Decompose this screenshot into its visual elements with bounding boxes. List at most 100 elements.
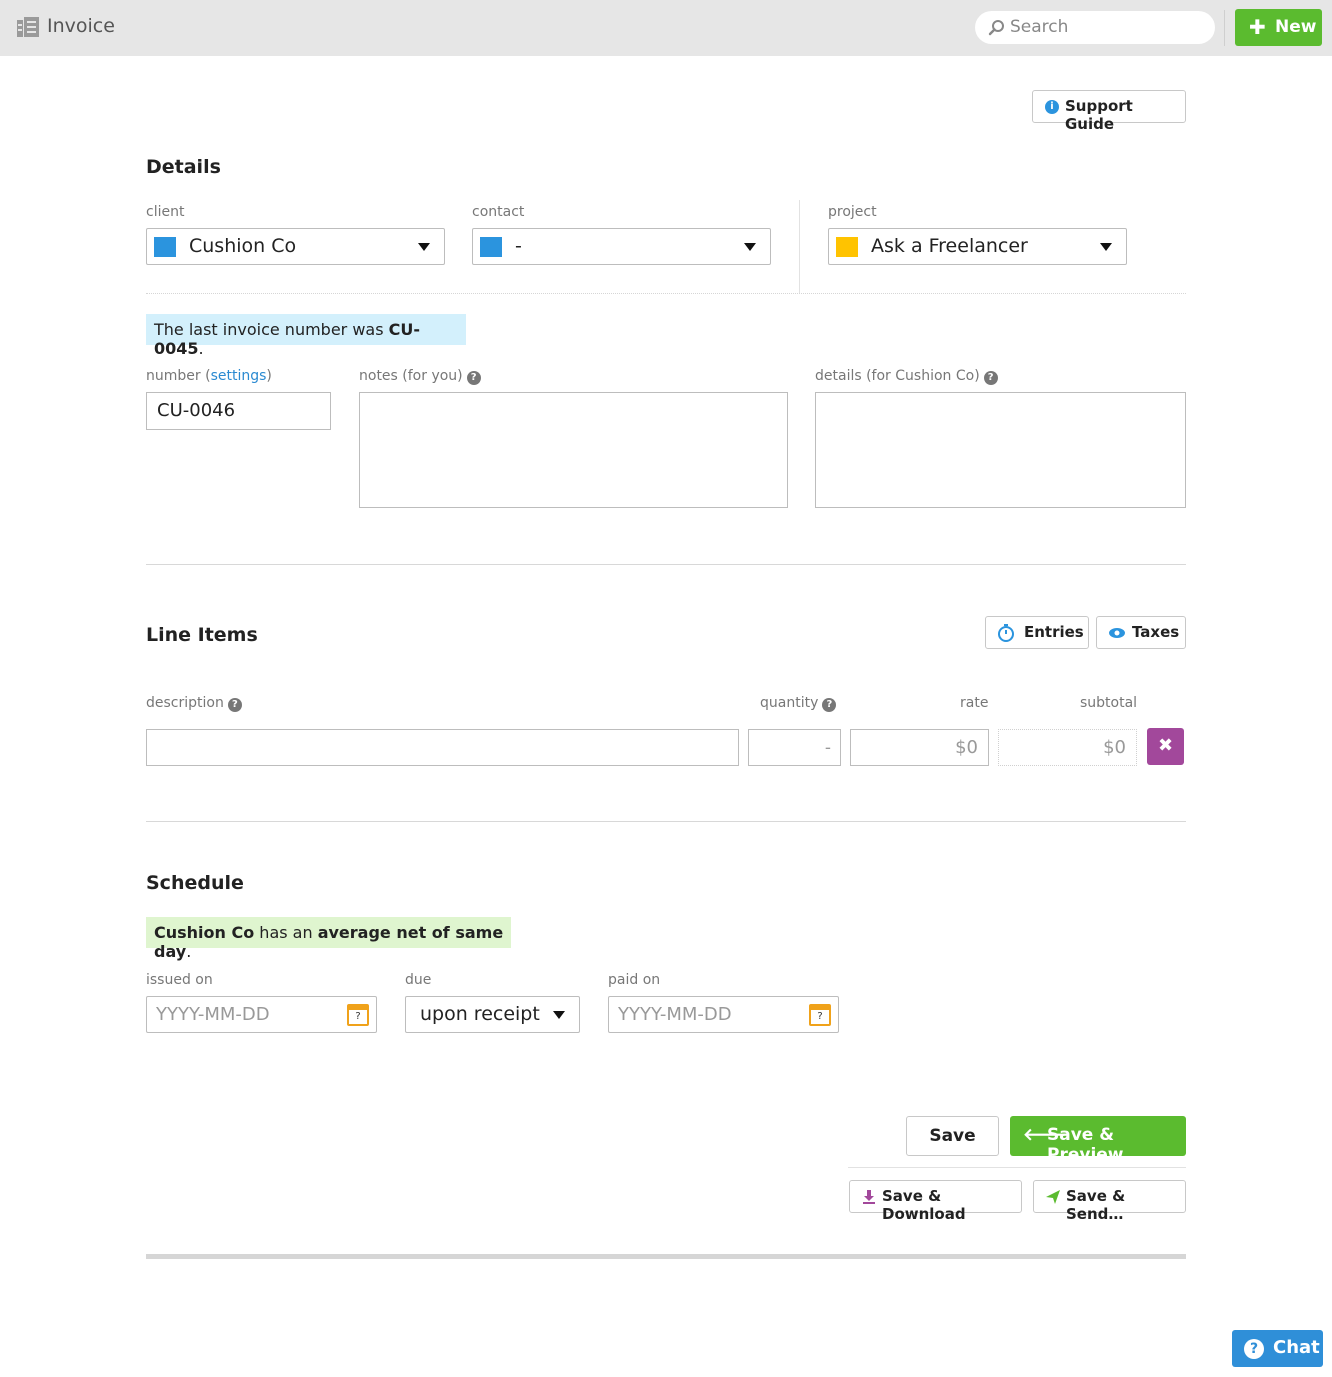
paid-on-input[interactable]: YYYY-MM-DD ? [608, 996, 839, 1033]
info-icon: i [1045, 100, 1059, 114]
section-divider [146, 821, 1186, 822]
line-item-subtotal: $0 [998, 729, 1137, 766]
client-select[interactable]: Cushion Co [146, 228, 445, 265]
schedule-title: Schedule [146, 872, 244, 894]
entries-label: Entries [1024, 623, 1084, 641]
notes-label-text: notes (for you) [359, 368, 463, 384]
contact-value: - [515, 235, 522, 257]
line-item-quantity-input[interactable]: - [748, 729, 841, 766]
project-label: project [828, 204, 877, 220]
delete-line-item-button[interactable]: ✖ [1147, 728, 1184, 765]
close-icon: ✖ [1157, 735, 1174, 756]
search-input[interactable]: Search [975, 11, 1215, 44]
issued-on-input[interactable]: YYYY-MM-DD ? [146, 996, 377, 1033]
taxes-label: Taxes [1132, 623, 1180, 641]
help-icon[interactable]: ? [466, 371, 481, 385]
project-value: Ask a Freelancer [871, 235, 1028, 257]
last-invoice-prefix: The last invoice number was [154, 320, 389, 339]
quantity-value: - [824, 738, 831, 758]
due-value: upon receipt [420, 1003, 540, 1025]
download-icon [863, 1190, 875, 1204]
line-items-title: Line Items [146, 624, 258, 646]
new-button[interactable]: ✚ New [1235, 9, 1322, 46]
notice-end: . [186, 942, 192, 961]
timer-icon [998, 624, 1014, 642]
notes-textarea[interactable] [359, 392, 788, 508]
chat-label: Chat [1273, 1337, 1320, 1358]
number-label: number (settings) [146, 368, 272, 384]
save-preview-label: Save & Preview [1047, 1125, 1124, 1165]
client-details-label-text: details (for Cushion Co) [815, 368, 980, 384]
actions-divider [848, 1167, 1186, 1168]
taxes-button[interactable]: Taxes [1096, 616, 1186, 649]
last-invoice-notice: The last invoice number was CU-0045. [146, 314, 466, 358]
subtotal-column-header: subtotal [1080, 695, 1138, 711]
chevron-down-icon [553, 1011, 565, 1019]
save-send-button[interactable]: Save & Send… [1033, 1180, 1186, 1223]
calendar-icon[interactable]: ? [347, 1004, 369, 1026]
average-net-notice: Cushion Co has an average net of same da… [146, 917, 511, 961]
quantity-column-header: quantity? [760, 695, 837, 712]
details-dotted-divider [146, 293, 1186, 294]
settings-paren-close: ) [266, 368, 272, 384]
contact-select[interactable]: - [472, 228, 771, 265]
line-item-rate-input[interactable]: $0 [850, 729, 989, 766]
description-header-text: description [146, 695, 224, 711]
project-select[interactable]: Ask a Freelancer [828, 228, 1127, 265]
support-guide-button[interactable]: i Support Guide [1032, 90, 1186, 133]
entries-button[interactable]: Entries [985, 616, 1089, 649]
topbar-divider [1224, 10, 1225, 46]
settings-link[interactable]: settings [211, 368, 267, 384]
top-bar: Invoice Search ✚ New [0, 0, 1332, 56]
client-color-swatch [154, 237, 176, 257]
search-icon [988, 20, 1004, 36]
section-divider [146, 564, 1186, 565]
client-label: client [146, 204, 185, 220]
rate-column-header: rate [960, 695, 989, 711]
details-title: Details [146, 156, 221, 178]
help-icon[interactable]: ? [227, 698, 242, 712]
eye-icon [1109, 628, 1125, 638]
search-placeholder: Search [1010, 17, 1069, 37]
chevron-down-icon [418, 243, 430, 251]
help-icon[interactable]: ? [983, 371, 998, 385]
save-button[interactable]: Save [906, 1116, 999, 1156]
save-button-label: Save [929, 1126, 976, 1146]
page-title: Invoice [47, 15, 115, 37]
calendar-icon-glyph: ? [817, 1011, 823, 1022]
calendar-icon[interactable]: ? [809, 1004, 831, 1026]
chevron-down-icon [744, 243, 756, 251]
footer-bar [146, 1254, 1186, 1259]
save-send-label: Save & Send… [1066, 1187, 1126, 1223]
send-icon [1046, 1190, 1060, 1204]
details-vertical-divider [799, 200, 800, 293]
notice-client: Cushion Co [154, 923, 255, 942]
paid-on-placeholder: YYYY-MM-DD [618, 1004, 732, 1025]
quantity-header-text: quantity [760, 695, 819, 711]
notice-mid: has an [254, 923, 318, 942]
issued-on-label: issued on [146, 972, 213, 988]
client-value: Cushion Co [189, 235, 297, 257]
chat-button[interactable]: ? Chat [1232, 1330, 1323, 1367]
number-label-text: number [146, 368, 201, 384]
line-item-description-input[interactable] [146, 729, 739, 766]
chevron-down-icon [1100, 243, 1112, 251]
subtotal-value: $0 [1103, 737, 1126, 758]
calendar-icon-glyph: ? [355, 1011, 361, 1022]
contact-color-swatch [480, 237, 502, 257]
issued-on-placeholder: YYYY-MM-DD [156, 1004, 270, 1025]
project-color-swatch [836, 237, 858, 257]
support-guide-label: Support Guide [1065, 97, 1133, 133]
invoice-number-value: CU-0046 [157, 400, 236, 421]
plus-icon: ✚ [1249, 15, 1266, 39]
help-icon[interactable]: ? [822, 698, 837, 712]
help-circle-icon: ? [1244, 1339, 1264, 1359]
due-label: due [405, 972, 432, 988]
save-download-button[interactable]: Save & Download [849, 1180, 1022, 1223]
save-download-label: Save & Download [882, 1187, 966, 1223]
client-details-textarea[interactable] [815, 392, 1186, 508]
due-select[interactable]: upon receipt [405, 996, 580, 1033]
invoice-number-input[interactable]: CU-0046 [146, 392, 331, 430]
save-preview-button[interactable]: 🡐 Save & Preview [1010, 1116, 1186, 1165]
invoice-icon [17, 17, 39, 37]
